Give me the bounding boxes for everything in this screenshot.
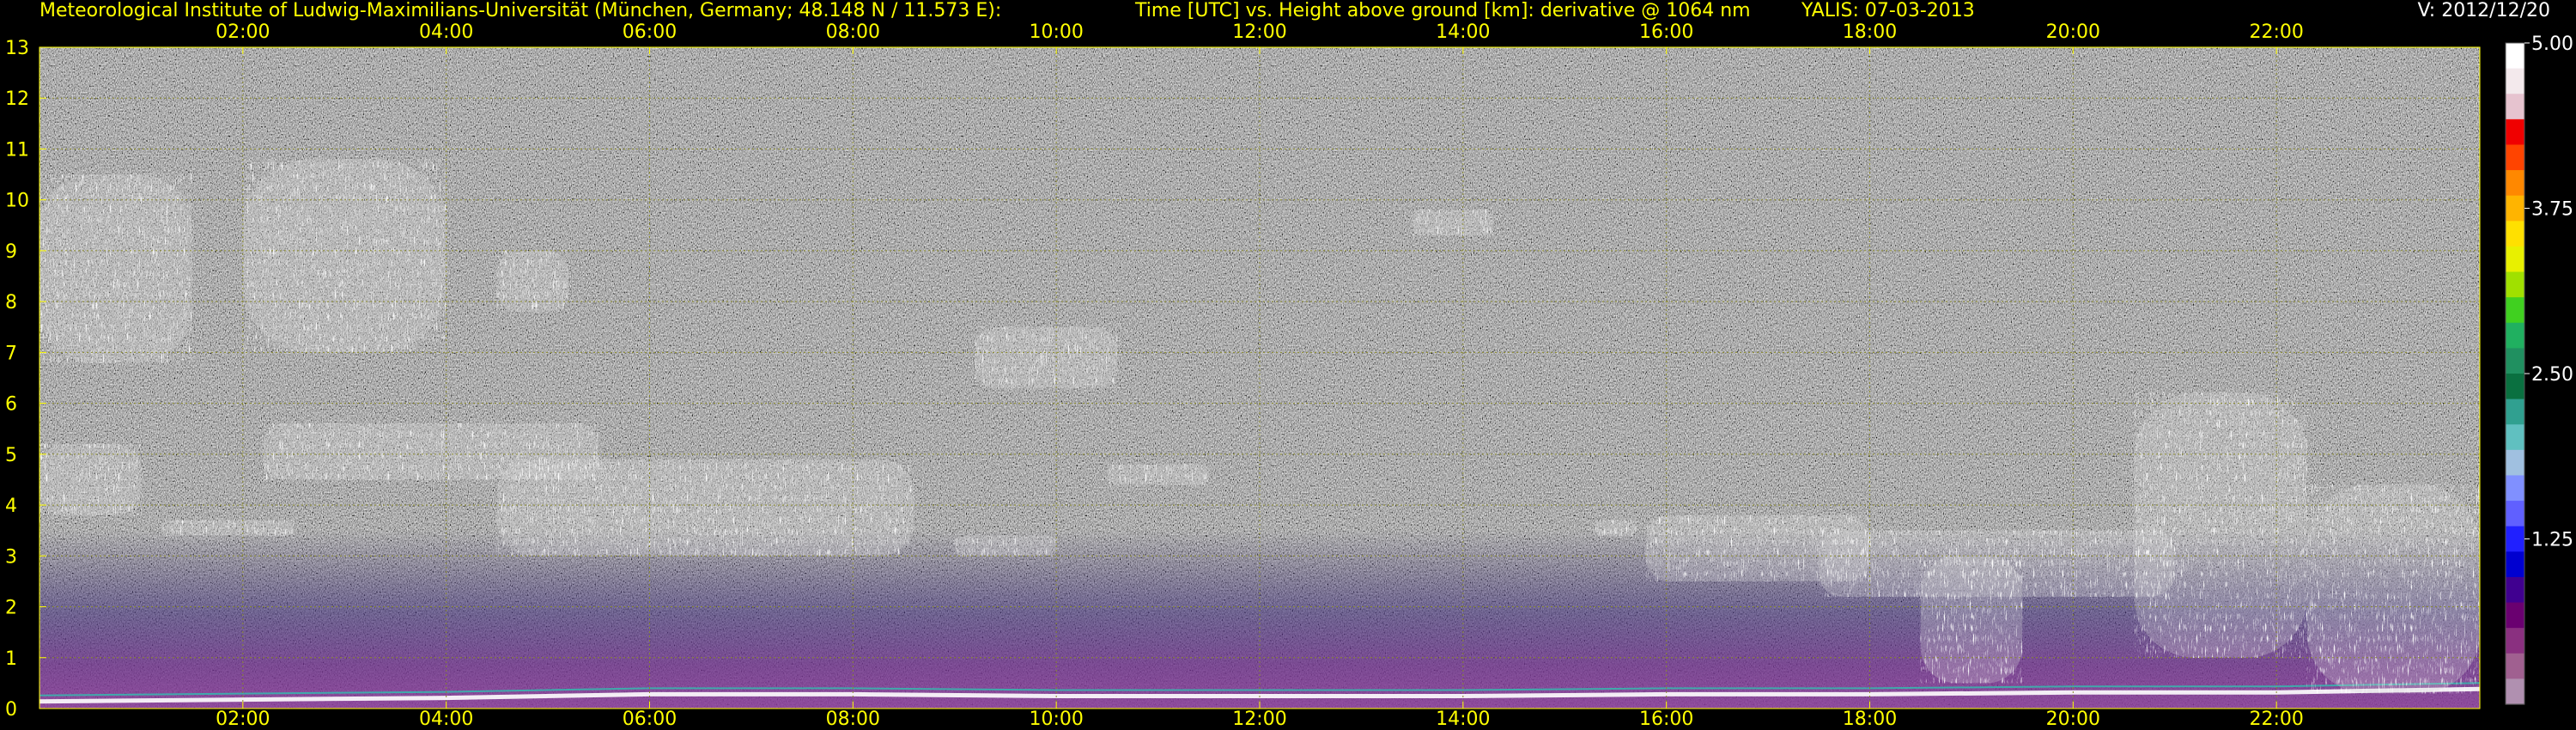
colorbar-tick-label: 3.75 (2531, 199, 2573, 221)
y-tick-label: 3 (5, 546, 17, 568)
x-tick-label-top: 20:00 (2046, 21, 2100, 43)
colorbar-segment (2506, 653, 2524, 679)
y-tick-label: 12 (5, 88, 29, 110)
colorbar-segment (2506, 322, 2524, 349)
colorbar-segment (2506, 170, 2524, 197)
colorbar-segment (2506, 144, 2524, 171)
cloud-layer-texture (242, 159, 447, 353)
cloud-layer-texture (1920, 556, 2023, 684)
x-tick-label-top: 10:00 (1029, 21, 1083, 43)
y-tick-label: 8 (5, 292, 17, 313)
y-tick-label: 0 (5, 699, 17, 721)
x-tick-label-top: 08:00 (826, 21, 880, 43)
y-tick-label: 4 (5, 496, 17, 517)
colorbar-segment (2506, 551, 2524, 578)
colorbar: 5.00 3.75 2.50 1.25 (2505, 33, 2573, 705)
colorbar-segment (2506, 43, 2524, 70)
cloud-layer-texture (39, 444, 142, 515)
x-tick-label-bottom: 16:00 (1639, 709, 1693, 730)
colorbar-segment (2506, 374, 2524, 400)
colorbar-segment (2506, 398, 2524, 425)
cloud-layer-texture (954, 535, 1057, 557)
x-tick-label-bottom: 06:00 (623, 709, 677, 730)
colorbar-segment (2506, 195, 2524, 222)
cloud-layer-texture (496, 250, 568, 312)
colorbar-segment (2506, 501, 2524, 527)
colorbar-segment (2506, 602, 2524, 629)
x-tick-label-bottom: 20:00 (2046, 709, 2100, 730)
colorbar-segment (2506, 449, 2524, 477)
cloud-layer-texture (2134, 392, 2307, 658)
x-tick-label-top: 04:00 (419, 21, 473, 43)
x-tick-label-top: 06:00 (623, 21, 677, 43)
cloud-layer-texture (975, 326, 1118, 388)
cloud-layer-texture (496, 459, 914, 557)
colorbar-tick-label: 2.50 (2531, 364, 2573, 386)
colorbar-segment (2506, 576, 2524, 604)
cloud-layer-texture (2306, 484, 2480, 694)
colorbar-segment (2506, 297, 2524, 324)
x-tick-label-top: 14:00 (1436, 21, 1490, 43)
cloud-layer-texture (1595, 520, 1637, 536)
x-tick-label-bottom: 08:00 (826, 709, 880, 730)
x-tick-label-top: 18:00 (1843, 21, 1897, 43)
x-tick-label-bottom: 12:00 (1232, 709, 1286, 730)
x-tick-label-top: 22:00 (2249, 21, 2303, 43)
lidar-heatmap-chart: 02:00 02:00 04:00 04:00 06:00 06:00 08:00 08:00… (5, 21, 2573, 730)
x-tick-label-bottom: 02:00 (216, 709, 270, 730)
colorbar-segment (2506, 348, 2524, 374)
y-tick-label: 13 (5, 38, 29, 59)
x-tick-label-top: 16:00 (1639, 21, 1693, 43)
y-tick-label: 9 (5, 241, 17, 263)
cloud-layer-texture (1412, 210, 1494, 236)
colorbar-segment (2506, 271, 2524, 298)
colorbar-segment (2506, 221, 2524, 247)
x-tick-label-top: 12:00 (1232, 21, 1286, 43)
y-tick-label: 11 (5, 139, 29, 161)
y-tick-label: 5 (5, 445, 17, 466)
cloud-layer-texture (39, 174, 192, 363)
colorbar-tick-label: 5.00 (2531, 33, 2573, 55)
x-tick-label-bottom: 04:00 (419, 709, 473, 730)
cloud-layer-texture (161, 520, 295, 536)
colorbar-segment (2506, 475, 2524, 502)
colorbar-segment (2506, 68, 2524, 94)
y-tick-label: 1 (5, 648, 17, 670)
colorbar-tick-label: 1.25 (2531, 530, 2573, 551)
x-tick-label-top: 02:00 (216, 21, 270, 43)
colorbar-segment (2506, 119, 2524, 146)
cloud-layer-texture (1107, 464, 1209, 485)
colorbar-segment (2506, 526, 2524, 552)
y-tick-label: 7 (5, 343, 17, 364)
colorbar-segment (2506, 678, 2524, 705)
x-tick-label-bottom: 14:00 (1436, 709, 1490, 730)
x-tick-label-bottom: 18:00 (1843, 709, 1897, 730)
x-tick-label-bottom: 10:00 (1029, 709, 1083, 730)
colorbar-segment (2506, 424, 2524, 451)
colorbar-segment (2506, 628, 2524, 654)
y-tick-label: 10 (5, 191, 29, 212)
x-tick-label-bottom: 22:00 (2249, 709, 2303, 730)
y-tick-label: 2 (5, 598, 17, 619)
colorbar-segment (2506, 94, 2524, 120)
colorbar-segment (2506, 246, 2524, 273)
y-tick-label: 6 (5, 394, 17, 416)
